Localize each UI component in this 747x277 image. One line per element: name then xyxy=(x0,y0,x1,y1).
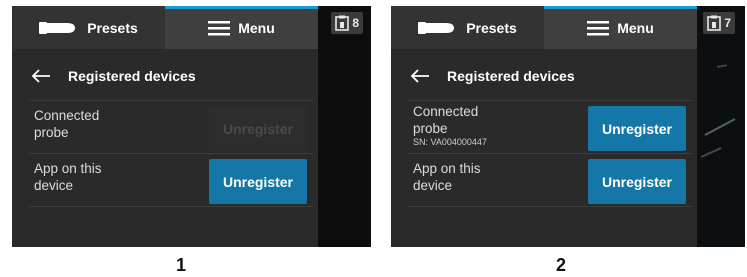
panel-caption-2: 2 xyxy=(556,255,567,275)
page-title: Registered devices xyxy=(447,68,575,84)
side-panel: 7 xyxy=(697,6,745,247)
ultrasound-image-streak xyxy=(704,118,736,136)
device-row-probe: Connected probe SN: VA004000447 Unregist… xyxy=(409,100,692,153)
page-title: Registered devices xyxy=(68,68,196,84)
hamburger-menu-icon xyxy=(587,20,610,35)
unregister-probe-button[interactable]: Unregister xyxy=(588,106,686,151)
device-label-line2: device xyxy=(34,178,74,193)
probe-icon xyxy=(418,21,455,34)
device-label-line1: Connected xyxy=(34,108,100,123)
back-arrow-icon[interactable] xyxy=(409,68,431,84)
tab-presets-label: Presets xyxy=(87,19,138,36)
clipboard-count: 8 xyxy=(352,16,359,30)
panel-caption-1: 1 xyxy=(176,255,187,275)
back-arrow-icon[interactable] xyxy=(30,68,52,84)
probe-serial-number: SN: VA004000447 xyxy=(413,137,487,147)
unregister-app-button[interactable]: Unregister xyxy=(588,159,686,204)
tab-presets[interactable]: Presets xyxy=(391,6,544,49)
device-label-line2: device xyxy=(413,178,453,193)
device-label: App on this device xyxy=(34,160,184,194)
device-label: App on this device xyxy=(413,160,563,194)
top-tab-bar: Presets Menu xyxy=(391,6,697,49)
tab-menu[interactable]: Menu xyxy=(544,6,697,49)
device-label-line2: probe xyxy=(413,121,448,136)
active-tab-indicator xyxy=(544,6,697,9)
device-label: Connected probe xyxy=(34,107,184,141)
device-row-app: App on this device Unregister xyxy=(409,153,692,207)
clipboard-icon xyxy=(335,15,350,31)
clipboard-count: 7 xyxy=(724,16,731,30)
device-label-line1: Connected xyxy=(413,104,479,119)
device-label-line1: App on this xyxy=(34,161,102,176)
unregister-app-button[interactable]: Unregister xyxy=(209,159,307,204)
device-label: Connected probe SN: VA004000447 xyxy=(413,103,563,148)
probe-icon xyxy=(39,21,76,34)
device-row-app: App on this device Unregister xyxy=(30,153,313,207)
device-row-probe: Connected probe Unregister xyxy=(30,100,313,153)
tab-presets-label: Presets xyxy=(466,19,517,36)
ultrasound-image-streak xyxy=(700,147,722,158)
app-screen: Presets Menu Registered devices Connecte… xyxy=(12,6,318,247)
active-tab-indicator xyxy=(165,6,318,9)
clipboard-badge[interactable]: 7 xyxy=(703,12,735,34)
clipboard-badge[interactable]: 8 xyxy=(331,12,363,34)
screenshot-panel-2: Presets Menu Registered devices Connecte… xyxy=(391,6,745,247)
tab-menu[interactable]: Menu xyxy=(165,6,318,49)
page-header: Registered devices xyxy=(409,64,575,88)
side-panel: 8 xyxy=(318,6,371,247)
tab-menu-label: Menu xyxy=(238,19,275,36)
hamburger-menu-icon xyxy=(208,20,231,35)
tab-menu-label: Menu xyxy=(617,19,654,36)
clipboard-icon xyxy=(707,15,722,31)
screenshot-panel-1: Presets Menu Registered devices Connecte… xyxy=(12,6,371,247)
page-header: Registered devices xyxy=(30,64,196,88)
device-label-line1: App on this xyxy=(413,161,481,176)
unregister-probe-button[interactable]: Unregister xyxy=(209,106,307,151)
device-label-line2: probe xyxy=(34,125,69,140)
tab-presets[interactable]: Presets xyxy=(12,6,165,49)
ultrasound-image-streak xyxy=(716,64,728,68)
app-screen: Presets Menu Registered devices Connecte… xyxy=(391,6,697,247)
top-tab-bar: Presets Menu xyxy=(12,6,318,49)
